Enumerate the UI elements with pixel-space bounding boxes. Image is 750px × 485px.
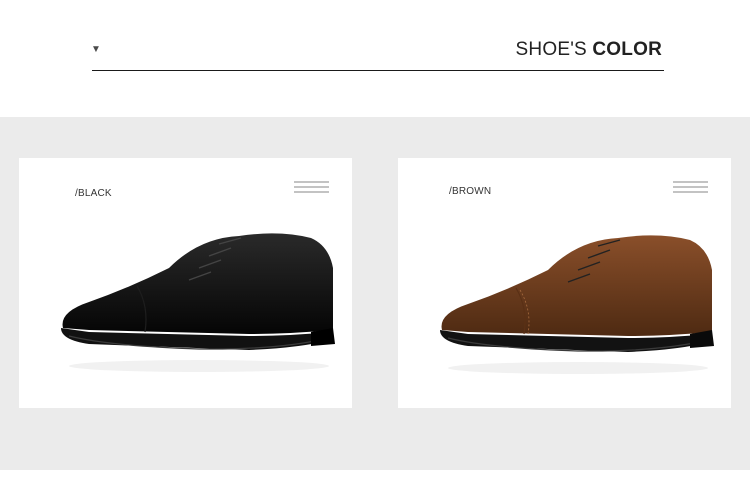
- black-oxford-shoe-image: [61, 233, 335, 372]
- triangle-down-icon[interactable]: ▼: [91, 45, 101, 55]
- title-bold: COLOR: [592, 39, 662, 60]
- color-label-black: /BLACK: [75, 188, 112, 199]
- section-header: ▼ SHOE'S COLOR: [0, 0, 750, 117]
- title-thin: SHOE'S: [515, 39, 587, 60]
- brown-oxford-shoe-image: [440, 235, 714, 374]
- hamburger-icon[interactable]: [673, 181, 708, 195]
- color-label-brown: /BROWN: [449, 186, 492, 197]
- section-title: SHOE'S COLOR: [516, 39, 662, 61]
- product-card-black[interactable]: /BLACK: [19, 158, 352, 408]
- bottom-strip: [0, 470, 750, 485]
- product-card-brown[interactable]: /BROWN: [398, 158, 731, 408]
- hamburger-icon[interactable]: [294, 181, 329, 195]
- header-divider: [92, 70, 664, 71]
